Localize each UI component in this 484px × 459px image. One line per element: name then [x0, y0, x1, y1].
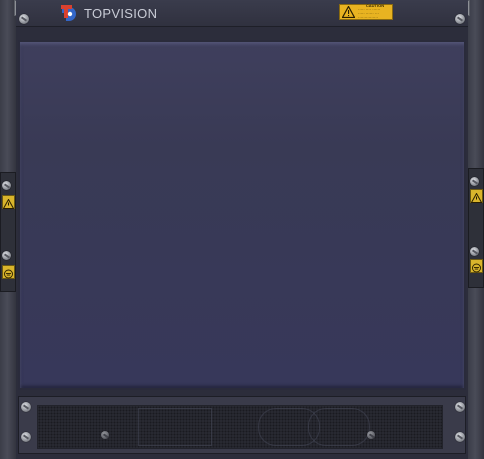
- fan-outline: [308, 408, 370, 446]
- screw-icon: [455, 402, 465, 412]
- screw-icon: [19, 14, 29, 24]
- ground-symbol-icon: [2, 265, 15, 279]
- chassis-header: TOPVISION CAUTION ····· ···· ······ ····…: [16, 0, 468, 27]
- screw-icon: [21, 432, 31, 442]
- brand-name: TOPVISION: [84, 5, 158, 21]
- screw-icon: [455, 14, 465, 24]
- esd-warning-icon: [2, 195, 15, 209]
- screw-icon: [101, 431, 109, 439]
- screw-icon: [470, 247, 479, 256]
- caution-line-3: ···············: [358, 15, 378, 20]
- screw-icon: [2, 251, 11, 260]
- device-chassis: TOPVISION CAUTION ····· ···· ······ ····…: [0, 0, 484, 459]
- topvision-logo-icon: [61, 5, 76, 21]
- screw-icon: [367, 431, 375, 439]
- empty-slot-area[interactable]: [18, 40, 466, 390]
- screw-icon: [21, 402, 31, 412]
- caution-text: CAUTION ····· ···· ······ ····· ······ ·…: [358, 4, 392, 20]
- fan-outline: [138, 408, 212, 446]
- screw-icon: [455, 432, 465, 442]
- right-esd-bracket: [468, 168, 484, 288]
- screw-icon: [470, 177, 479, 186]
- caution-label: CAUTION ····· ···· ······ ····· ······ ·…: [339, 4, 393, 20]
- left-esd-bracket: [0, 172, 16, 292]
- screw-icon: [2, 181, 11, 190]
- esd-warning-icon: [470, 189, 483, 203]
- brand-logo: TOPVISION: [60, 2, 157, 24]
- fan-tray[interactable]: [18, 396, 466, 454]
- ground-symbol-icon: [470, 259, 483, 273]
- warning-triangle-icon: [342, 6, 355, 18]
- fan-grille: [37, 405, 443, 449]
